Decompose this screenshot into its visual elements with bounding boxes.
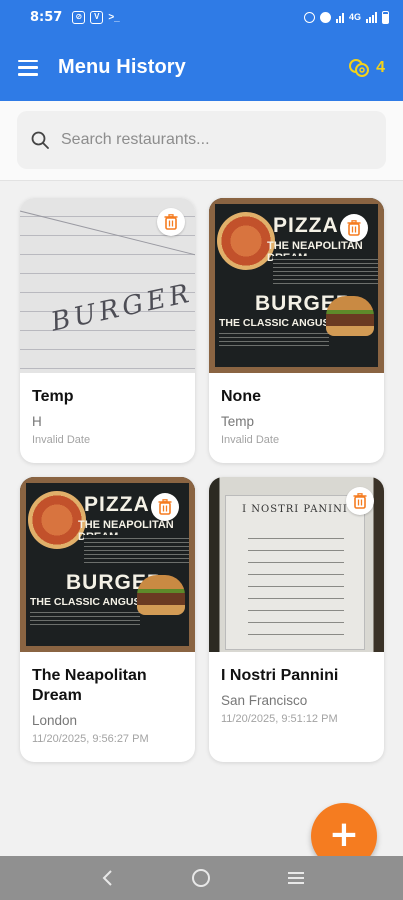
wifi-signal-icon — [335, 12, 344, 23]
search-icon — [31, 131, 49, 149]
page-title: Menu History — [58, 56, 186, 78]
card-location: H — [32, 414, 42, 429]
menu-history-grid: BURGER Temp H Invalid Date PIZZA THE NEA… — [20, 198, 385, 762]
hotspot-icon — [303, 11, 315, 23]
menu-card-image: I NOSTRI PANINI — [209, 477, 384, 652]
menu-card-image: PIZZA THE NEAPOLITAN DREAM BURGER THE CL… — [209, 198, 384, 373]
dnd-icon — [319, 11, 331, 23]
card-date: 11/20/2025, 9:56:27 PM — [32, 733, 149, 745]
delete-button[interactable] — [340, 214, 368, 242]
credits-count: 4 — [376, 58, 385, 76]
status-time: 8:57 — [30, 9, 63, 25]
menu-card[interactable]: BURGER Temp H Invalid Date — [20, 198, 195, 463]
notification-v-icon: V — [90, 10, 104, 24]
handwritten-text: BURGER — [48, 278, 195, 338]
network-type: 4G — [348, 12, 361, 22]
menu-card-image: PIZZA THE NEAPOLITAN DREAM BURGER THE CL… — [20, 477, 195, 652]
app-bar: Menu History 4 — [0, 34, 403, 101]
delete-button[interactable] — [157, 208, 185, 236]
menu-card-image: BURGER — [20, 198, 195, 373]
status-system-icons: 4G — [303, 10, 389, 24]
card-date: 11/20/2025, 9:51:12 PM — [221, 713, 338, 725]
recents-button[interactable] — [284, 866, 308, 890]
hamburger-menu-icon[interactable] — [18, 59, 38, 76]
trash-icon — [164, 214, 178, 230]
system-navigation-bar — [0, 856, 403, 900]
search-bar[interactable] — [17, 111, 386, 169]
trash-icon — [347, 220, 361, 236]
credits-button[interactable]: 4 — [348, 58, 385, 78]
search-input[interactable] — [61, 131, 361, 149]
card-title: I Nostri Pannini — [221, 667, 339, 684]
status-notification-icons: ⊘ V >_ — [72, 10, 120, 24]
trash-icon — [158, 499, 172, 515]
delete-button[interactable] — [346, 487, 374, 515]
recents-menu-icon — [287, 872, 304, 884]
card-title: None — [221, 388, 261, 405]
coins-icon — [348, 58, 370, 78]
terminal-icon: >_ — [108, 11, 120, 23]
trash-icon — [353, 493, 367, 509]
card-date: Invalid Date — [221, 434, 280, 446]
menu-card[interactable]: PIZZA THE NEAPOLITAN DREAM BURGER THE CL… — [20, 477, 195, 762]
battery-icon — [382, 10, 389, 24]
home-button[interactable] — [189, 866, 213, 890]
board-pizza-text: PIZZA — [84, 493, 150, 516]
notification-app-icon: ⊘ — [72, 10, 86, 24]
burger-illustration — [137, 575, 185, 615]
card-location: Temp — [221, 414, 255, 429]
back-button[interactable] — [95, 866, 119, 890]
menu-card[interactable]: I NOSTRI PANINI I Nostri Pannini San Fra… — [209, 477, 384, 762]
card-title: The Neapolitan Dream — [32, 667, 147, 704]
home-circle-icon — [192, 869, 211, 887]
card-location: San Francisco — [221, 693, 308, 708]
paper-menu: I NOSTRI PANINI — [225, 495, 365, 650]
burger-illustration — [326, 296, 374, 336]
card-location: London — [32, 713, 78, 728]
back-chevron-icon — [102, 870, 112, 886]
status-bar: 8:57 ⊘ V >_ 4G — [0, 0, 403, 34]
card-title: Temp — [32, 388, 74, 405]
search-section — [0, 101, 403, 181]
paper-menu-heading: I NOSTRI PANINI — [242, 504, 348, 515]
card-date: Invalid Date — [32, 434, 91, 446]
menu-card[interactable]: PIZZA THE NEAPOLITAN DREAM BURGER THE CL… — [209, 198, 384, 463]
delete-button[interactable] — [151, 493, 179, 521]
plus-icon: + — [328, 813, 360, 855]
cell-signal-icon — [366, 11, 377, 23]
board-pizza-text: PIZZA — [273, 214, 339, 237]
